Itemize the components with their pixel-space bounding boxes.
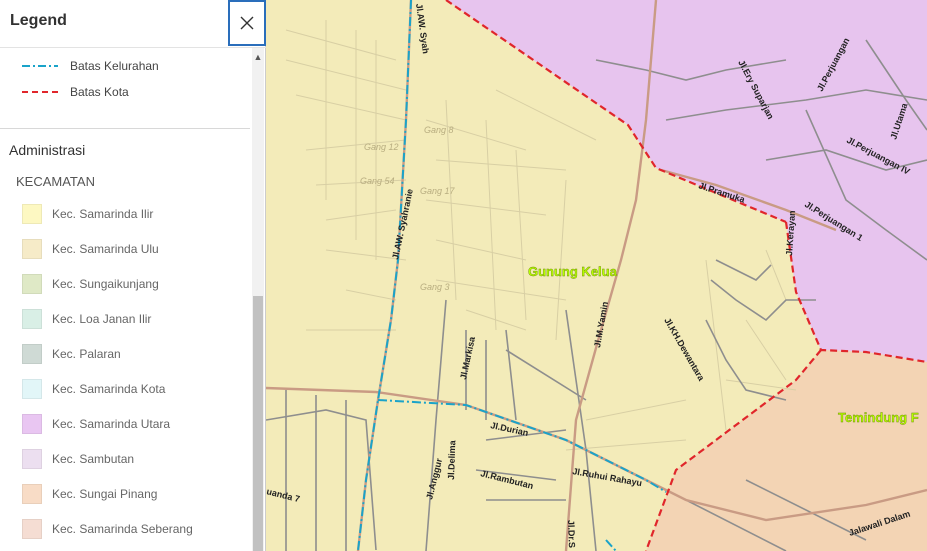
legend-polygon-item: Kec. Palaran (22, 343, 121, 365)
scroll-up-arrow-icon[interactable]: ▲ (252, 50, 264, 64)
color-swatch (22, 414, 42, 434)
kelurahan-boundary-symbol (22, 65, 58, 67)
legend-polygon-label: Kec. Samarinda Seberang (52, 522, 193, 536)
legend-polygon-item: Kec. Sungai Pinang (22, 483, 157, 505)
legend-polygon-item: Kec. Loa Janan Ilir (22, 308, 151, 330)
legend-polygon-label: Kec. Samarinda Kota (52, 382, 166, 396)
street-label: Jl.Dr.S (566, 520, 577, 548)
legend-polygon-item: Kec. Samarinda Kota (22, 378, 165, 400)
map-canvas[interactable]: Gunung Kelua Temindung F Jl.AW. Syah Jl.… (266, 0, 927, 551)
color-swatch (22, 449, 42, 469)
legend-line-label: Batas Kelurahan (70, 59, 159, 73)
color-swatch (22, 309, 42, 329)
color-swatch (22, 204, 42, 224)
color-swatch (22, 239, 42, 259)
legend-polygon-label: Kec. Sambutan (52, 452, 135, 466)
close-button[interactable] (228, 0, 266, 46)
legend-scrollbar[interactable]: ▲ (252, 48, 264, 551)
street-label: Jl.Delima (446, 439, 457, 480)
legend-divider (0, 128, 250, 129)
gang-label: Gang 12 (364, 142, 399, 152)
legend-polygon-label: Kec. Samarinda Ilir (52, 207, 154, 221)
color-swatch (22, 274, 42, 294)
map-view[interactable]: Gunung Kelua Temindung F Jl.AW. Syah Jl.… (266, 0, 927, 551)
legend-group-title: Administrasi (9, 142, 86, 158)
legend-polygon-label: Kec. Sungai Pinang (52, 487, 158, 501)
close-icon (240, 16, 254, 30)
legend-polygon-item: Kec. Sambutan (22, 448, 134, 470)
legend-polygon-label: Kec. Samarinda Utara (52, 417, 171, 431)
color-swatch (22, 379, 42, 399)
color-swatch (22, 519, 42, 539)
legend-title: Legend (10, 12, 67, 29)
legend-line-item: Batas Kota (22, 84, 129, 100)
gang-label: Gang 54 (360, 176, 395, 186)
gang-label: Gang 17 (420, 186, 456, 196)
legend-panel: Legend Batas Kelurahan Batas Kota Admini… (0, 0, 266, 551)
color-swatch (22, 344, 42, 364)
color-swatch (22, 484, 42, 504)
legend-polygon-item: Kec. Samarinda Ilir (22, 203, 153, 225)
legend-body: Batas Kelurahan Batas Kota Administrasi … (0, 48, 250, 551)
scrollbar-thumb[interactable] (253, 296, 263, 551)
legend-line-item: Batas Kelurahan (22, 58, 159, 74)
map-area-label-gunung-kelua: Gunung Kelua (528, 264, 618, 279)
legend-layer-title: KECAMATAN (16, 174, 95, 189)
city-boundary-symbol (22, 91, 58, 93)
gang-label: Gang 3 (420, 282, 450, 292)
gang-label: Gang 8 (424, 125, 454, 135)
legend-polygon-label: Kec. Palaran (52, 347, 121, 361)
legend-polygon-label: Kec. Loa Janan Ilir (52, 312, 152, 326)
legend-line-label: Batas Kota (70, 85, 129, 99)
legend-polygon-item: Kec. Samarinda Utara (22, 413, 170, 435)
legend-polygon-item: Kec. Samarinda Ulu (22, 238, 159, 260)
legend-polygon-item: Kec. Sungaikunjang (22, 273, 159, 295)
legend-header: Legend (0, 0, 266, 48)
map-area-label-temindung: Temindung F (838, 410, 919, 425)
legend-polygon-label: Kec. Samarinda Ulu (52, 242, 159, 256)
legend-polygon-label: Kec. Sungaikunjang (52, 277, 159, 291)
legend-polygon-item: Kec. Samarinda Seberang (22, 518, 193, 540)
